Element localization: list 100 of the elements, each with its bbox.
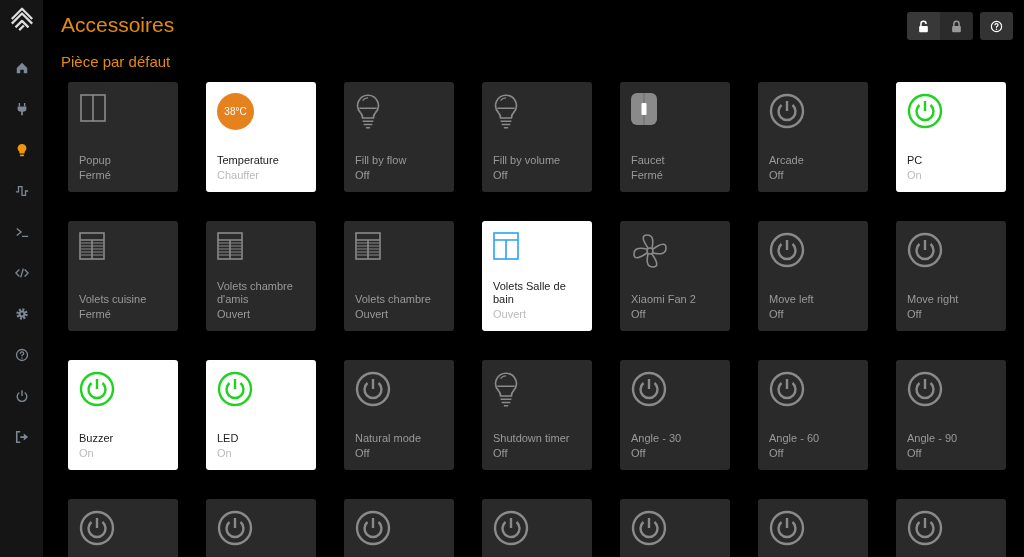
accessory-status: Ouvert [217,308,250,321]
accessory-name: Volets chambre d'amis [217,280,294,306]
power-icon [631,510,667,546]
accessory-status: Off [907,308,922,321]
help-button[interactable] [980,12,1013,40]
accessory-name: Temperature [217,154,279,167]
accessory-name: Angle - 30 [631,432,682,445]
accessory-name: PC [907,154,923,167]
accessory-status: Ouvert [493,308,526,321]
accessory-name: Xiaomi Fan 2 [631,293,696,306]
accessory-tile[interactable]: Volets Salle de bain Ouvert [482,221,592,331]
help-icon [990,19,1003,33]
lock-button[interactable] [940,12,973,40]
accessory-tile[interactable]: Fill by volume Off [482,82,592,192]
accessory-status: Off [907,447,922,460]
accessory-tile[interactable]: Volets chambre Ouvert [344,221,454,331]
accessory-tile[interactable]: LED On [206,360,316,470]
accessory-status: On [907,169,922,182]
accessory-name: Volets chambre [355,293,431,306]
power-icon [79,510,115,546]
accessory-name: Popup [79,154,111,167]
terminal-icon [14,225,29,239]
fan-icon [631,232,669,270]
accessory-name: Buzzer [79,432,114,445]
power-icon [769,232,805,268]
accessory-tile[interactable]: Angle - 60 Off [758,360,868,470]
power-icon [217,510,253,546]
power-icon [631,371,667,407]
accessory-status: Fermé [79,169,111,182]
accessory-status: Off [769,447,784,460]
accessory-name: Volets cuisine [79,293,147,306]
power-icon [907,371,943,407]
section-title: Pièce par défaut [61,52,172,72]
window-blinds-icon [355,232,381,260]
power-icon [355,371,391,407]
power-icon [769,93,805,129]
accessory-tile[interactable]: Natural mode Off [344,360,454,470]
window-blinds-icon [79,232,105,260]
accessory-tile[interactable]: Volets cuisine Fermé [68,221,178,331]
accessory-name: Faucet [631,154,665,167]
power-icon [79,371,115,407]
settings-icon [14,307,29,321]
accessory-name: Shutdown timer [493,432,570,445]
accessory-name: Angle - 60 [769,432,820,445]
accessory-name: Arcade [769,154,804,167]
accessory-tile[interactable]: Buzzer On [68,360,178,470]
power-icon [907,510,943,546]
accessory-status: Fermé [631,169,663,182]
accessory-tile[interactable]: Popup Fermé [68,82,178,192]
pulse-icon [14,184,29,198]
accessory-tile[interactable]: Move right Off [896,221,1006,331]
accessory-status: Off [769,169,784,182]
window-blinds-icon [493,232,519,260]
power-icon [907,93,943,129]
temperature-badge: 38°C [217,93,254,130]
accessory-tile[interactable]: Shutdown timer Off [482,360,592,470]
accessory-name: Angle - 90 [907,432,958,445]
accessory-status: Off [631,447,646,460]
accessory-name: Fill by flow [355,154,407,167]
accessory-name: Natural mode [355,432,422,445]
accessory-name: Volets Salle de bain [493,280,567,306]
toggle-icon [631,93,657,125]
power-icon [14,389,29,403]
unlocked-padlock-icon [917,19,930,33]
power-icon [769,371,805,407]
accessory-tile[interactable]: Angle - 90 Off [896,360,1006,470]
accessory-tile[interactable]: Move left Off [758,221,868,331]
home-icon [14,61,29,75]
accessory-status: On [79,447,94,460]
page-title: Accessoires [61,12,175,38]
padlock-icon [950,19,963,33]
accessory-status: Off [355,447,370,460]
accessory-status: Off [355,169,370,182]
accessory-tile[interactable]: Xiaomi Fan 2 Off [620,221,730,331]
accessory-tile[interactable]: 38°C Temperature Chauffer [206,82,316,192]
accessory-tile[interactable]: Angle - 30 Off [620,360,730,470]
power-icon [493,510,529,546]
lightbulb-icon [355,93,381,130]
help-icon [14,348,29,362]
accessory-status: Fermé [79,308,111,321]
accessory-name: LED [217,432,239,445]
code-icon [14,266,29,280]
power-icon [769,510,805,546]
accessory-tile[interactable]: Volets chambre d'amis Ouvert [206,221,316,331]
accessory-tile[interactable]: Faucet Fermé [620,82,730,192]
window-blinds-icon [217,232,243,260]
accessory-status: Chauffer [217,169,259,182]
power-icon [355,510,391,546]
accessory-tile[interactable]: Arcade Off [758,82,868,192]
lightbulb-icon [493,371,519,408]
window-icon [79,93,107,123]
accessory-name: Move left [769,293,814,306]
logo-icon [8,6,35,32]
unlock-button[interactable] [907,12,940,40]
power-icon [217,371,253,407]
accessory-tile[interactable]: PC On [896,82,1006,192]
accessory-status: Ouvert [355,308,388,321]
accessory-tile[interactable]: Fill by flow Off [344,82,454,192]
accessory-status: Off [493,447,508,460]
accessory-status: Off [769,308,784,321]
